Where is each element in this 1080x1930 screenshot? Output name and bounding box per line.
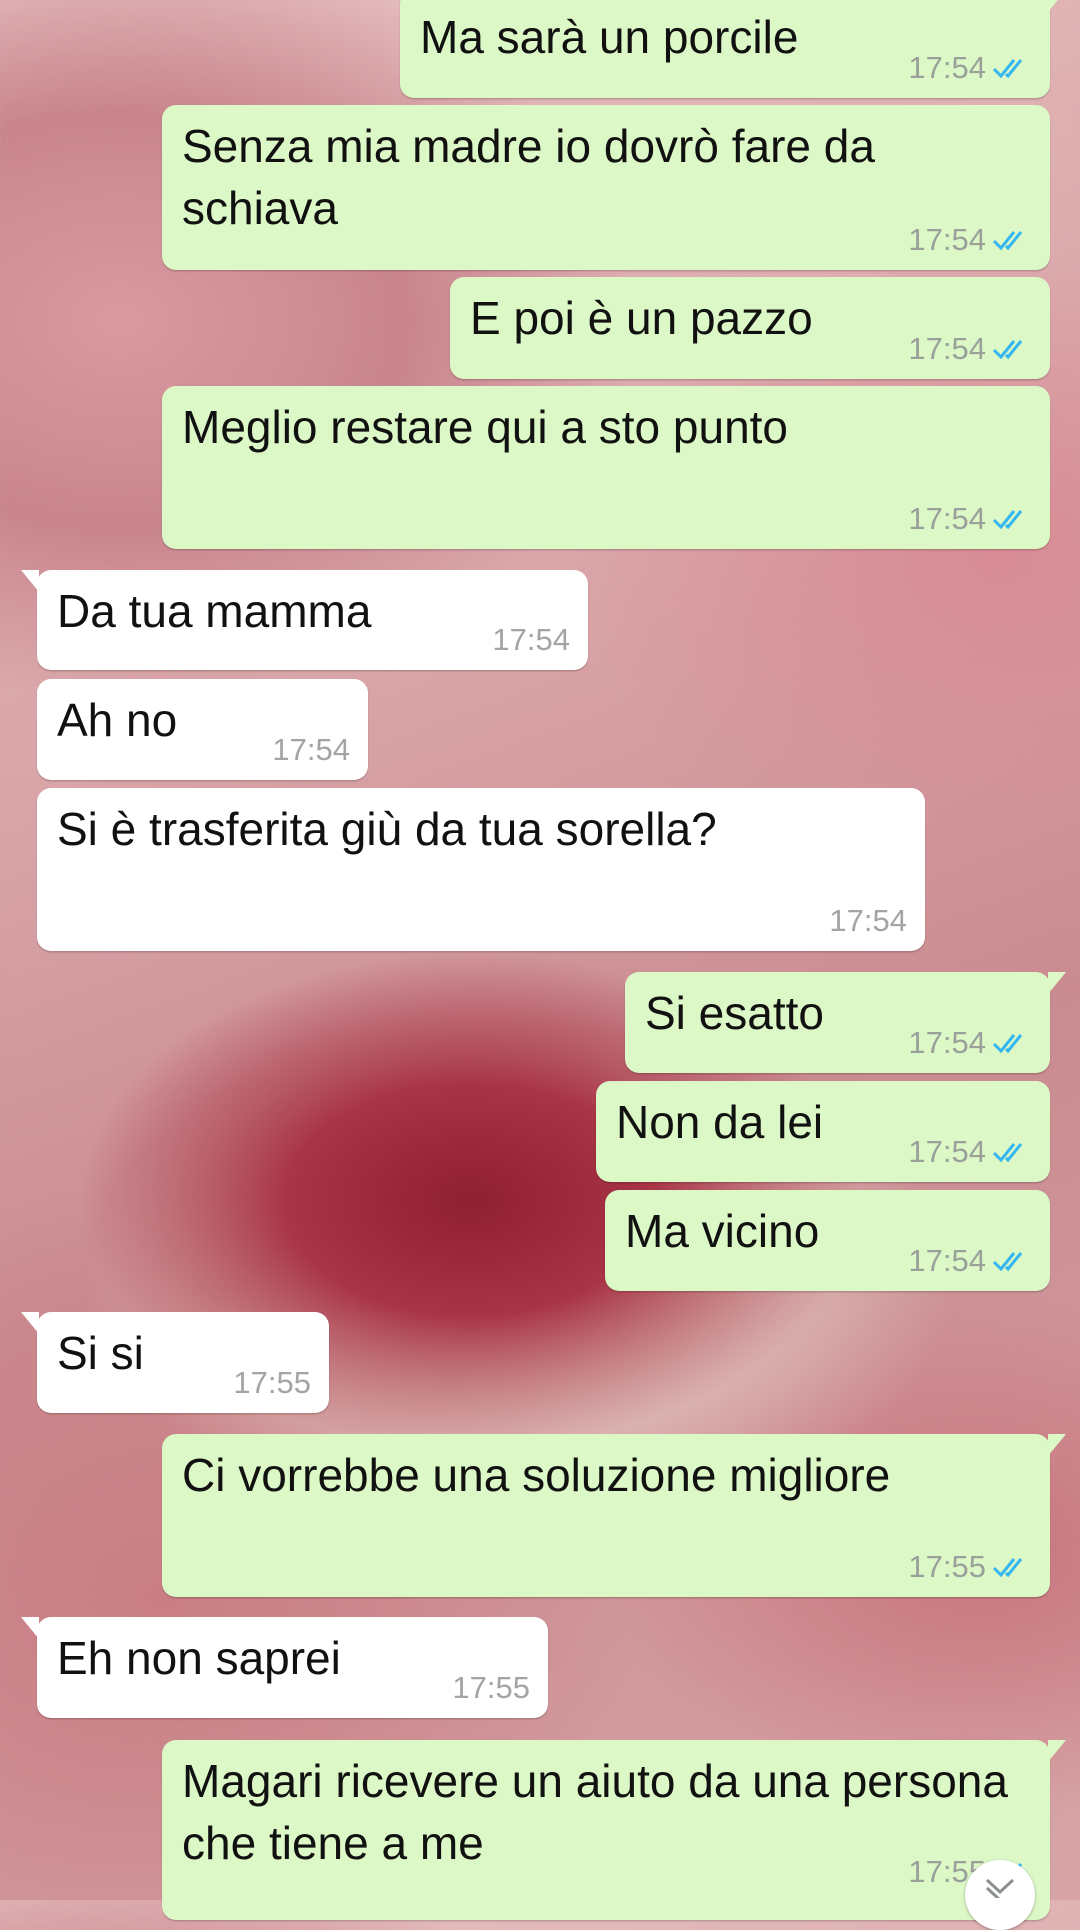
incoming-message[interactable]: Si è trasferita giù da tua sorella? 17:5… (37, 788, 925, 951)
message-time: 17:55 (452, 1670, 530, 1705)
outgoing-message[interactable]: Ma sarà un porcile 17:54 (400, 0, 1066, 98)
message-meta: 17:54 (829, 903, 907, 939)
message-time: 17:54 (908, 1025, 986, 1060)
outgoing-message[interactable]: Ma vicino 17:54 (605, 1190, 1050, 1291)
outgoing-message[interactable]: E poi è un pazzo 17:54 (450, 277, 1050, 379)
message-meta: 17:54 (908, 50, 1032, 86)
message-time: 17:54 (908, 1243, 986, 1278)
outgoing-message[interactable]: Meglio restare qui a sto punto 17:54 (162, 386, 1050, 549)
message-meta: 17:54 (908, 331, 1032, 367)
incoming-message[interactable]: Si si 17:55 (21, 1312, 329, 1413)
message-meta: 17:54 (908, 1243, 1032, 1279)
message-meta: 17:55 (452, 1670, 530, 1706)
message-time: 17:55 (233, 1365, 311, 1400)
message-meta: 17:55 (908, 1549, 1032, 1585)
message-time: 17:54 (908, 50, 986, 85)
double-check-icon (992, 1248, 1032, 1274)
message-time: 17:54 (829, 903, 907, 938)
double-check-icon (992, 1139, 1032, 1165)
message-time: 17:54 (908, 501, 986, 536)
message-time: 17:54 (492, 622, 570, 657)
message-text: Non da lei (616, 1096, 824, 1148)
chevron-down-icon (983, 1860, 1017, 1903)
incoming-message[interactable]: Ah no 17:54 (37, 679, 368, 780)
double-check-icon (992, 1554, 1032, 1580)
message-text: Ah no (57, 694, 178, 746)
message-meta: 17:54 (908, 1134, 1032, 1170)
message-meta: 17:54 (492, 622, 570, 658)
double-check-icon (992, 227, 1032, 253)
message-time: 17:55 (908, 1549, 986, 1584)
message-text: Da tua mamma (57, 585, 372, 637)
double-check-icon (992, 55, 1032, 81)
message-text: Ma sarà un porcile (420, 11, 799, 63)
message-meta: 17:54 (908, 222, 1032, 258)
message-text: Magari ricevere un aiuto da una persona … (182, 1755, 1021, 1869)
message-text: Eh non saprei (57, 1632, 341, 1684)
outgoing-message[interactable]: Si esatto 17:54 (625, 972, 1066, 1073)
outgoing-message[interactable]: Magari ricevere un aiuto da una persona … (162, 1740, 1066, 1920)
message-meta: 17:54 (908, 1025, 1032, 1061)
message-meta: 17:55 (233, 1365, 311, 1401)
message-text: E poi è un pazzo (470, 292, 813, 344)
message-meta: 17:54 (272, 732, 350, 768)
message-text: Si è trasferita giù da tua sorella? (57, 803, 717, 855)
outgoing-message[interactable]: Non da lei 17:54 (596, 1081, 1050, 1182)
message-text: Ma vicino (625, 1205, 820, 1257)
double-check-icon (992, 506, 1032, 532)
message-meta: 17:54 (908, 501, 1032, 537)
message-text: Meglio restare qui a sto punto (182, 401, 789, 453)
message-time: 17:54 (908, 331, 986, 366)
message-time: 17:54 (908, 222, 986, 257)
incoming-message[interactable]: Eh non saprei 17:55 (21, 1617, 548, 1718)
double-check-icon (992, 336, 1032, 362)
message-time: 17:54 (272, 732, 350, 767)
message-text: Si esatto (645, 987, 824, 1039)
message-text: Si si (57, 1327, 144, 1379)
outgoing-message[interactable]: Ci vorrebbe una soluzione migliore 17:55 (162, 1434, 1066, 1597)
incoming-message[interactable]: Da tua mamma 17:54 (21, 570, 588, 670)
message-text: Ci vorrebbe una soluzione migliore (182, 1449, 891, 1501)
message-text: Senza mia madre io dovrò fare da schiava (182, 120, 888, 234)
scroll-to-bottom-button[interactable] (965, 1860, 1035, 1930)
outgoing-message[interactable]: Senza mia madre io dovrò fare da schiava… (162, 105, 1050, 270)
message-time: 17:54 (908, 1134, 986, 1169)
double-check-icon (992, 1030, 1032, 1056)
